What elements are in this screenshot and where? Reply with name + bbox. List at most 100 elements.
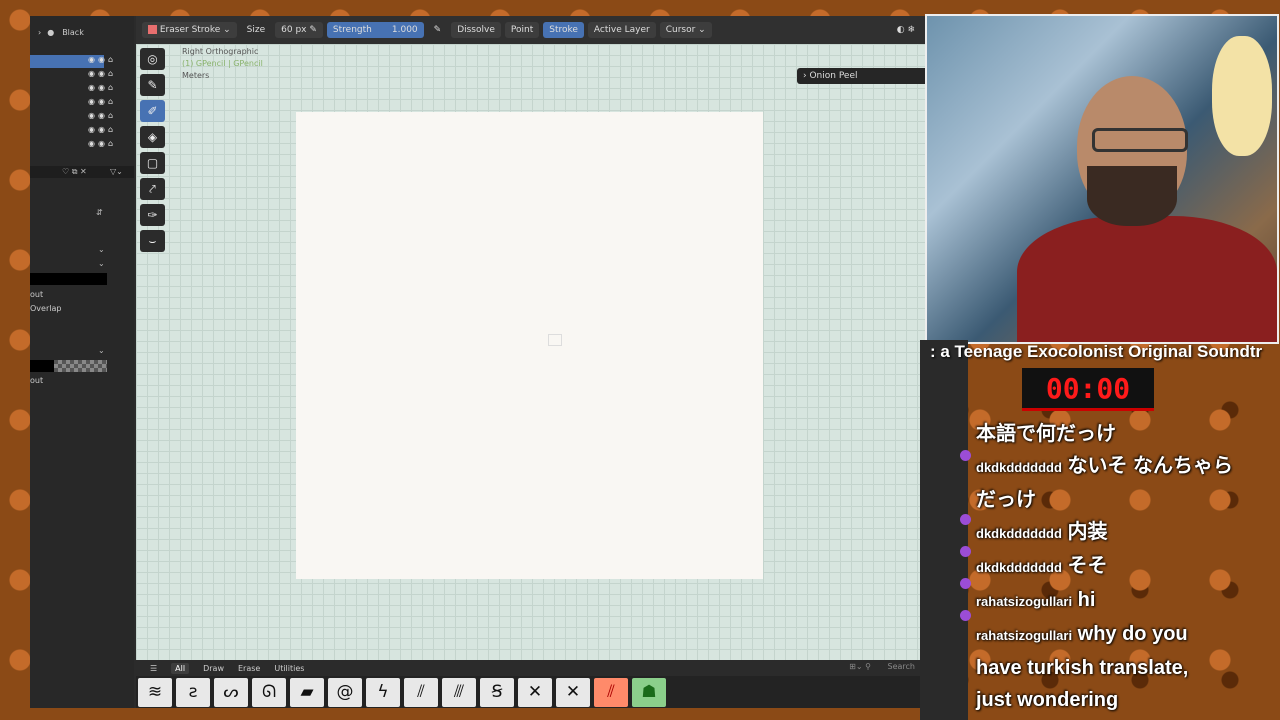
chat-text: have turkish translate, — [976, 657, 1189, 679]
snap-icons[interactable]: ◐ ❄ — [897, 25, 915, 35]
chat-text: hi — [1077, 589, 1096, 611]
visibility-icon[interactable]: ◉◉⌂ — [88, 83, 116, 92]
color-swatch-black[interactable] — [30, 273, 107, 285]
tab-all[interactable]: All — [171, 662, 190, 674]
chat-overlay: 本語で何だっけ dkdkddddddd ないそ なんちゃら だっけ dkdkdd… — [976, 418, 1276, 716]
eyedropper-tool-icon[interactable]: ✑ — [140, 204, 165, 226]
chat-text: just wondering — [976, 689, 1119, 711]
filter-icons[interactable]: ♡ ⧉ ✕ — [62, 167, 87, 177]
chat-badge-icon — [960, 610, 971, 621]
material-icon: ● — [47, 28, 55, 37]
viewport-info: Right Orthographic (1) GPencil | GPencil… — [182, 46, 263, 82]
chat-badge-icon — [960, 546, 971, 557]
chat-message: 本語で何だっけ — [976, 418, 1276, 450]
chat-message: dkdkddddddd 内装 — [976, 516, 1276, 550]
eraser-icon — [148, 25, 157, 34]
tab-erase[interactable]: Erase — [238, 664, 260, 673]
mode-dissolve-button[interactable]: Dissolve — [451, 22, 501, 38]
pressure-pen-icon[interactable]: ✎ — [428, 22, 448, 38]
outliner-row[interactable]: ◉◉⌂ — [30, 83, 113, 96]
brush-pen-icon[interactable]: ᔕ — [214, 677, 248, 707]
tab-utilities[interactable]: Utilities — [274, 664, 304, 673]
onion-peel-panel[interactable]: › Onion Peel — [797, 68, 925, 84]
property-label: out — [30, 290, 44, 299]
brush-eraser-point-icon[interactable]: ✕ — [556, 677, 590, 707]
brush-pencil-icon[interactable]: ᘏ — [252, 677, 286, 707]
brush-airbrush-icon[interactable]: ≋ — [138, 677, 172, 707]
visibility-icon[interactable]: ◉◉⌂ — [88, 97, 116, 106]
mode-point-button[interactable]: Point — [504, 22, 540, 38]
chevron-down-icon[interactable]: ⌄ — [98, 245, 105, 254]
chevron-right-icon: › — [38, 28, 42, 37]
active-layer-toggle[interactable]: Active Layer — [587, 22, 656, 38]
chat-message: dkdkddddddd そそ — [976, 550, 1276, 584]
brush-ink-icon[interactable]: ꙅ — [176, 677, 210, 707]
outliner-row[interactable]: ◉◉⌂ — [30, 55, 113, 68]
brush-fill-icon[interactable]: ☗ — [632, 677, 666, 707]
box-tool-icon[interactable]: ▢ — [140, 152, 165, 174]
property-label: Overlap — [30, 304, 62, 313]
visibility-icon[interactable]: ◉◉⌂ — [88, 125, 116, 134]
glasses — [1092, 128, 1188, 152]
chat-badge-icon — [960, 578, 971, 589]
person-body — [1017, 216, 1277, 342]
3d-viewport[interactable]: Right Orthographic (1) GPencil | GPencil… — [136, 44, 925, 676]
outliner-row[interactable]: ◉◉⌂ — [30, 139, 113, 152]
visibility-icon[interactable]: ◉◉⌂ — [88, 111, 116, 120]
stream-timer: 00:00 — [1022, 368, 1154, 411]
fill-tool-icon[interactable]: ◈ — [140, 126, 165, 148]
tint-tool-icon[interactable]: ⤤ — [140, 178, 165, 200]
outliner-row[interactable]: ◉◉⌂ — [30, 111, 113, 124]
visibility-icon[interactable]: ◉◉⌂ — [88, 139, 116, 148]
tab-draw[interactable]: Draw — [203, 664, 224, 673]
strength-field[interactable]: Strength 1.000 — [326, 22, 424, 38]
brush-eraser-hard-icon[interactable]: ✕ — [518, 677, 552, 707]
menu-icon[interactable]: ☰ — [150, 664, 157, 673]
chat-user: dkdkddddddd — [976, 460, 1062, 475]
teddy-bear — [1212, 36, 1272, 156]
size-field[interactable]: 60 px ✎ — [275, 22, 323, 38]
visibility-icon[interactable]: ◉◉⌂ — [88, 55, 116, 64]
chat-text: そそ — [1067, 555, 1108, 577]
curve-tool-icon[interactable]: ⌣ — [140, 230, 165, 252]
asset-search-input[interactable]: ⊞⌄ ⚲ Search — [849, 662, 915, 671]
outliner-header-label: Black — [62, 28, 84, 37]
color-swatch-black[interactable] — [30, 360, 54, 372]
chat-badge-icon — [960, 450, 971, 461]
chat-message: dkdkddddddd ないそ なんちゃら — [976, 450, 1276, 484]
chat-user: rahatsizogullari — [976, 594, 1073, 609]
tool-shelf: ◎ ✎ ✐ ◈ ▢ ⤤ ✑ ⌣ — [140, 48, 167, 256]
chat-badge-icon — [960, 514, 971, 525]
erase-tool-icon[interactable]: ✐ — [140, 100, 165, 122]
brush-ink-pen-icon[interactable]: @ — [328, 677, 362, 707]
person-beard — [1087, 166, 1177, 226]
outliner-header[interactable]: › ● Black — [30, 26, 134, 39]
tool-selector[interactable]: Eraser Stroke ⌄ — [142, 22, 237, 38]
chevron-down-icon[interactable]: ⌄ — [98, 259, 105, 268]
object-origin — [548, 334, 562, 346]
chat-text: 本語で何だっけ — [976, 423, 1116, 445]
color-swatch-transparent[interactable] — [54, 360, 107, 372]
chevron-down-icon[interactable]: ⌄ — [98, 346, 105, 355]
object-name: (1) GPencil | GPencil — [182, 59, 263, 68]
draw-tool-icon[interactable]: ✎ — [140, 74, 165, 96]
sliders-icon[interactable]: ⇵ — [96, 208, 103, 217]
outliner-row[interactable]: ◉◉⌂ — [30, 69, 113, 82]
visibility-icon[interactable]: ◉◉⌂ — [88, 69, 116, 78]
brush-soft-icon[interactable]: ⫽ — [404, 677, 438, 707]
cursor-tool-icon[interactable]: ◎ — [140, 48, 165, 70]
drawing-canvas[interactable] — [296, 112, 763, 579]
chat-text: だっけ — [976, 489, 1036, 511]
filter-funnel-icon[interactable]: ▽⌄ — [110, 167, 123, 176]
outliner-panel: › ● Black ◉◉⌂ ◉◉⌂ ◉◉⌂ ◉◉⌂ ◉◉⌂ ◉◉⌂ ◉◉⌂ ♡ … — [30, 16, 135, 708]
brush-marker-icon[interactable]: ▰ — [290, 677, 324, 707]
brush-scribble-icon[interactable]: ϟ — [366, 677, 400, 707]
brush-hatch-icon[interactable]: ⫻ — [442, 677, 476, 707]
outliner-row[interactable]: ◉◉⌂ — [30, 125, 113, 138]
mode-stroke-button[interactable]: Stroke — [543, 22, 584, 38]
outliner-row[interactable]: ◉◉⌂ — [30, 97, 113, 110]
brush-eraser-stroke-icon[interactable]: ⫽ — [594, 677, 628, 707]
cursor-dropdown[interactable]: Cursor ⌄ — [659, 22, 712, 38]
brush-smooth-icon[interactable]: Ꞩ — [480, 677, 514, 707]
tool-name: Eraser Stroke — [159, 25, 221, 35]
